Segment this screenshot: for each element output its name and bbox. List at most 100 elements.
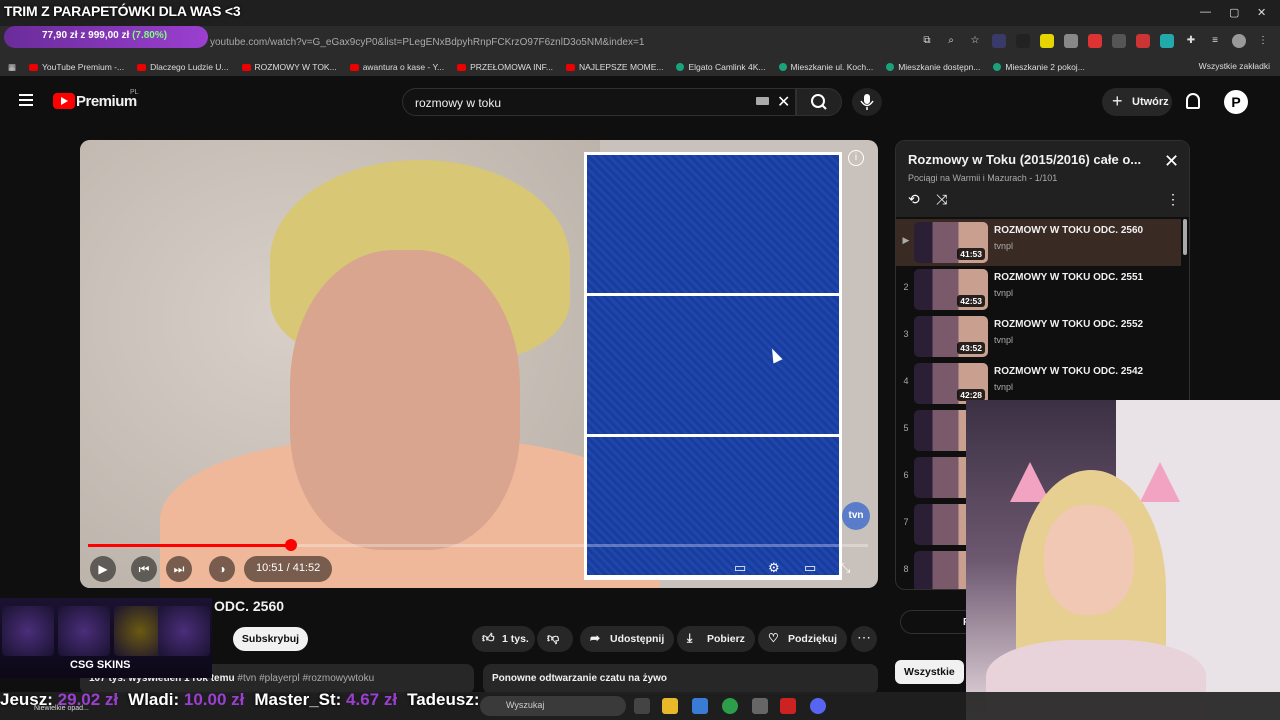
fullscreen-icon[interactable]: ⤡ xyxy=(840,560,858,576)
extension-icon[interactable] xyxy=(992,34,1006,48)
folder-icon[interactable] xyxy=(662,698,678,714)
thumbs-up-icon: 👍︎ xyxy=(482,631,495,645)
filter-chip-all[interactable]: Wszystkie xyxy=(895,660,964,684)
apps-icon[interactable]: ▦ xyxy=(8,62,16,73)
thanks-button[interactable]: ♡ Podziękuj xyxy=(758,626,848,652)
download-button[interactable]: ⤓ Pobierz xyxy=(677,626,755,652)
scrubber-handle[interactable] xyxy=(284,539,297,551)
playlist-item-channel[interactable]: tvnpl xyxy=(994,382,1013,392)
playlist-item-thumbnail[interactable]: 42:28 xyxy=(914,363,988,404)
avatar[interactable]: P xyxy=(1224,90,1248,114)
settings-gear-icon[interactable]: ⚙ xyxy=(768,560,786,576)
donor-name: Master_St: xyxy=(254,690,342,709)
url-input[interactable]: youtube.com/watch?v=G_eGax9cyP0&list=PLe… xyxy=(210,31,970,53)
shuffle-icon[interactable]: ⤨ xyxy=(936,191,947,208)
duration-badge: 41:53 xyxy=(957,248,985,260)
search-button[interactable] xyxy=(796,88,842,116)
puzzle-icon[interactable]: ✚ xyxy=(1184,34,1198,48)
clear-search-icon[interactable]: ✕ xyxy=(777,92,790,112)
play-button[interactable]: ▶ xyxy=(90,556,116,582)
chrome-icon[interactable] xyxy=(722,698,738,714)
playlist-subtitle[interactable]: Pociągi na Warmii i Mazurach - 1/101 xyxy=(908,173,1057,183)
playlist-item-index: 6 xyxy=(903,470,909,480)
create-button[interactable]: Utwórz xyxy=(1102,88,1172,116)
extension-icon[interactable] xyxy=(1088,34,1102,48)
youtube-logo-icon[interactable] xyxy=(53,93,75,109)
bookmark-item[interactable]: Mieszkanie dostępn... xyxy=(886,62,980,72)
playlist-scrollbar[interactable] xyxy=(1183,219,1187,255)
playlist-item-index: 2 xyxy=(903,282,909,292)
playlist-item-channel[interactable]: tvnpl xyxy=(994,335,1013,345)
extension-icon[interactable] xyxy=(1040,34,1054,48)
discord-icon[interactable] xyxy=(810,698,826,714)
subscribe-button[interactable]: Subskrybuj xyxy=(233,627,308,651)
next-icon[interactable]: ⏭ xyxy=(166,556,192,582)
app-icon[interactable] xyxy=(780,698,796,714)
playlist-item-channel[interactable]: tvnpl xyxy=(994,241,1013,251)
region-label: PL xyxy=(130,89,139,96)
bookmark-item[interactable]: YouTube Premium -... xyxy=(29,62,124,72)
task-view-icon[interactable] xyxy=(634,698,650,714)
menu-icon[interactable] xyxy=(19,94,33,106)
video-inset-panels xyxy=(584,152,842,580)
like-button[interactable]: 👍︎ 1 tys. xyxy=(472,626,535,652)
playlist-item-title[interactable]: ROZMOWY W TOKU ODC. 2552 xyxy=(994,319,1143,330)
minimize-icon[interactable]: — xyxy=(1200,6,1211,18)
more-actions-button[interactable]: ⋯ xyxy=(851,626,877,652)
close-window-icon[interactable]: ✕ xyxy=(1257,6,1266,19)
previous-icon[interactable]: ⏮ xyxy=(131,556,157,582)
loop-icon[interactable]: ⟲ xyxy=(908,191,920,208)
video-player[interactable]: tvn xyxy=(80,140,878,588)
theater-mode-icon[interactable]: ▭ xyxy=(804,560,822,576)
playlist-item[interactable]: 2 42:53 ROZMOWY W TOKU ODC. 2551 tvnpl xyxy=(896,266,1181,313)
maximize-icon[interactable]: ▢ xyxy=(1229,6,1239,19)
extension-icon[interactable] xyxy=(1136,34,1150,48)
extension-icon[interactable] xyxy=(1016,34,1030,48)
profile-icon[interactable] xyxy=(1232,34,1246,48)
media-icon[interactable]: ≡ xyxy=(1208,34,1222,48)
menu-dots-icon[interactable]: ⋮ xyxy=(1256,34,1270,48)
info-icon[interactable]: i xyxy=(848,150,864,166)
progress-bar[interactable] xyxy=(88,539,868,551)
bookmark-item[interactable]: awantura o kase - Y... xyxy=(349,62,444,72)
all-bookmarks[interactable]: Wszystkie zakładki xyxy=(1199,61,1270,71)
voice-search-button[interactable] xyxy=(852,88,882,116)
bookmark-item[interactable]: Mieszkanie ul. Koch... xyxy=(778,62,873,72)
playlist-item-thumbnail[interactable]: 41:53 xyxy=(914,222,988,263)
zoom-icon[interactable]: ⌕ xyxy=(944,34,958,48)
search-input[interactable]: rozmowy w toku xyxy=(402,88,796,116)
playlist-item-thumbnail[interactable]: 43:52 xyxy=(914,316,988,357)
star-icon[interactable]: ☆ xyxy=(968,34,982,48)
keyboard-icon[interactable] xyxy=(756,97,769,105)
bookmark-item[interactable]: ROZMOWY W TOK... xyxy=(241,62,337,72)
inset-panel xyxy=(587,296,839,434)
extension-icon[interactable] xyxy=(1160,34,1174,48)
playlist-item-title[interactable]: ROZMOWY W TOKU ODC. 2542 xyxy=(994,366,1143,377)
app-icon[interactable] xyxy=(752,698,768,714)
notifications-bell-icon[interactable] xyxy=(1186,93,1200,109)
playlist-item-title[interactable]: ROZMOWY W TOKU ODC. 2560 xyxy=(994,225,1143,236)
subtitles-icon[interactable]: ▭ xyxy=(734,560,752,576)
cast-icon[interactable]: ⧉ xyxy=(920,34,934,48)
playlist-item-title[interactable]: ROZMOWY W TOKU ODC. 2551 xyxy=(994,272,1143,283)
share-button[interactable]: ➦ Udostępnij xyxy=(580,626,675,652)
donation-goal: 77,90 zł z 999,00 zł (7.80%) xyxy=(4,26,208,48)
playlist-item[interactable]: 3 43:52 ROZMOWY W TOKU ODC. 2552 tvnpl xyxy=(896,313,1181,360)
playlist-item[interactable]: ▶ 41:53 ROZMOWY W TOKU ODC. 2560 tvnpl xyxy=(896,219,1181,266)
playlist-item-channel[interactable]: tvnpl xyxy=(994,288,1013,298)
bookmark-item[interactable]: Dlaczego Ludzie U... xyxy=(137,62,229,72)
playlist-item-thumbnail[interactable]: 42:53 xyxy=(914,269,988,310)
dislike-button[interactable]: 👎︎ xyxy=(537,626,573,652)
close-icon[interactable]: ✕ xyxy=(1164,151,1179,172)
volume-icon[interactable]: ◑ xyxy=(209,556,235,582)
bookmark-item[interactable]: Elgato Camlink 4K... xyxy=(676,62,766,72)
taskbar-search[interactable]: Wyszukaj xyxy=(480,696,626,716)
bookmark-item[interactable]: NAJLEPSZE MOME... xyxy=(565,62,663,72)
playlist-title[interactable]: Rozmowy w Toku (2015/2016) całe o... xyxy=(908,152,1148,167)
bookmark-item[interactable]: PRZEŁOMOWA INF... xyxy=(457,62,553,72)
bookmark-item[interactable]: Mieszkanie 2 pokoj... xyxy=(993,62,1085,72)
more-vert-icon[interactable]: ⋮ xyxy=(1166,191,1180,208)
store-icon[interactable] xyxy=(692,698,708,714)
extension-icon[interactable] xyxy=(1064,34,1078,48)
extension-icon[interactable] xyxy=(1112,34,1126,48)
